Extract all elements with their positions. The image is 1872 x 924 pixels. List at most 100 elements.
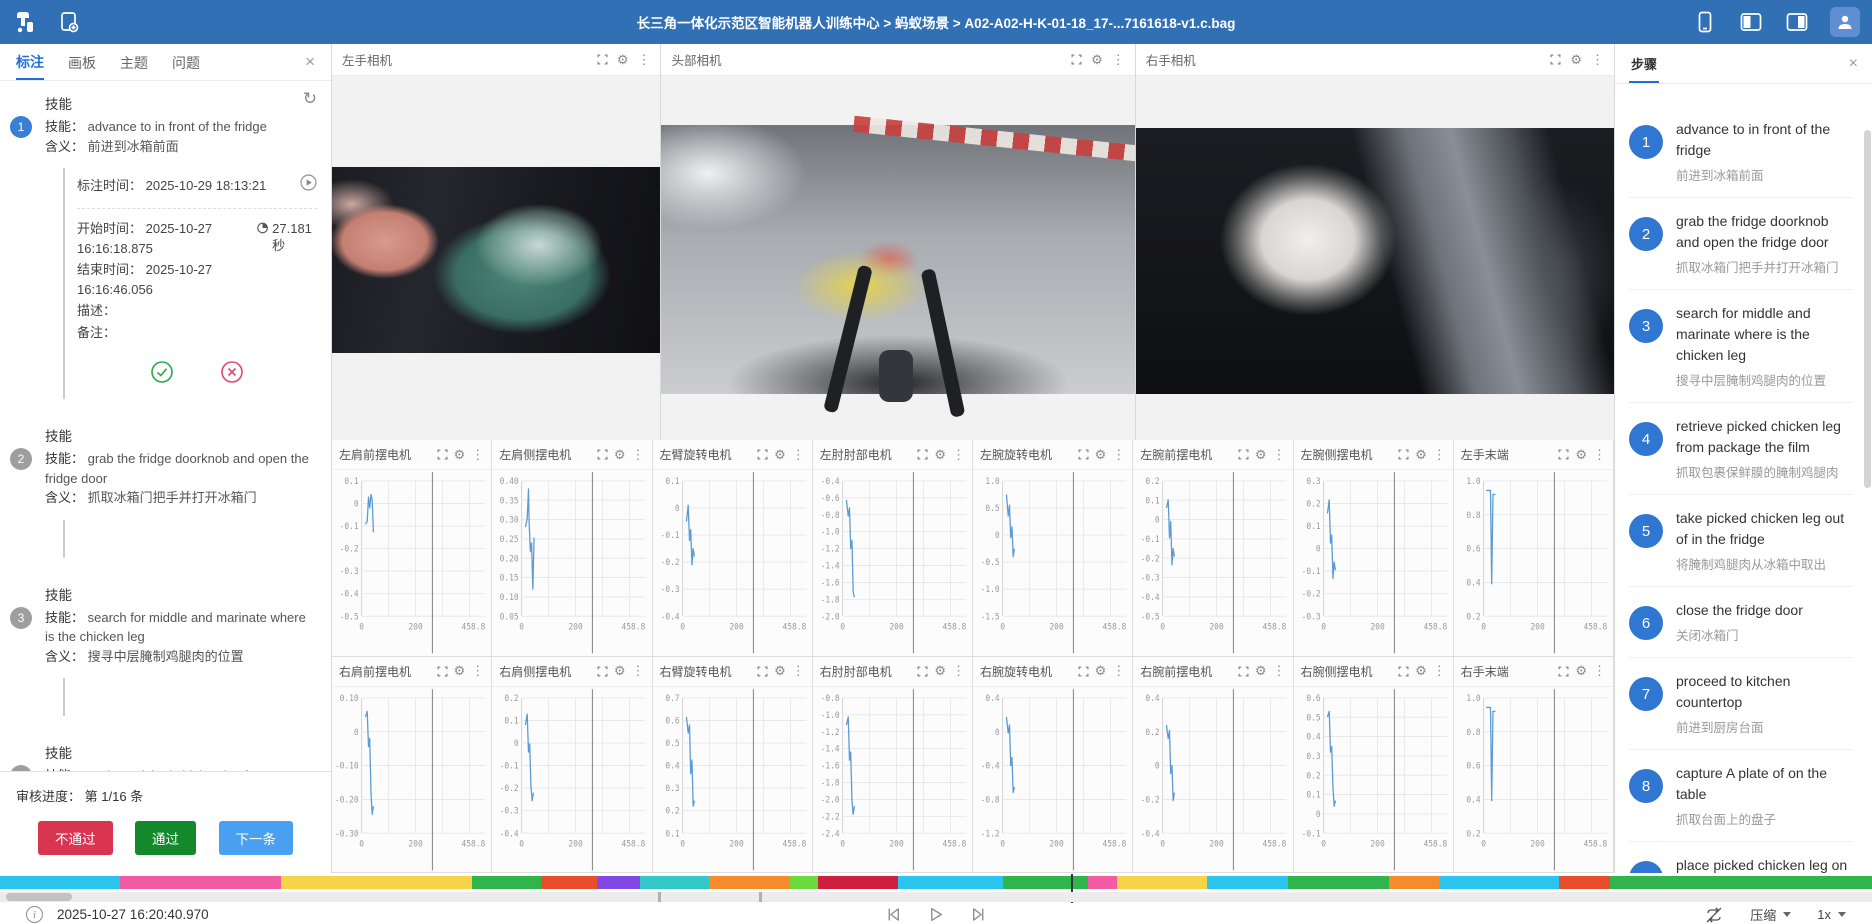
device-phone-icon[interactable] <box>1692 9 1718 35</box>
timeline-scrollbar-thumb[interactable] <box>6 893 72 901</box>
expand-icon[interactable] <box>757 449 768 460</box>
step-item-8[interactable]: 8capture A plate of on the table抓取台面上的盘子 <box>1629 750 1852 842</box>
more-icon[interactable]: ⋮ <box>1273 663 1286 679</box>
app-logo-icon[interactable] <box>12 9 38 35</box>
expand-icon[interactable] <box>1558 666 1569 677</box>
timeline-bar[interactable] <box>0 876 1872 889</box>
close-icon[interactable]: × <box>305 52 315 72</box>
more-icon[interactable]: ⋮ <box>1591 52 1604 68</box>
tab-问题[interactable]: 问题 <box>172 45 200 79</box>
close-icon[interactable]: × <box>1849 55 1858 73</box>
approve-check-icon[interactable] <box>150 360 174 387</box>
approve-button[interactable]: 通过 <box>135 821 196 855</box>
expand-icon[interactable] <box>597 666 608 677</box>
expand-icon[interactable] <box>1398 666 1409 677</box>
more-icon[interactable]: ⋮ <box>1112 52 1125 68</box>
skill-item-2[interactable]: 2技能技能： grab the fridge doorknob and open… <box>10 425 317 558</box>
more-icon[interactable]: ⋮ <box>632 447 645 463</box>
compress-dropdown[interactable]: 压缩 <box>1750 905 1791 924</box>
step-item-3[interactable]: 3search for middle and marinate where is… <box>1629 290 1852 403</box>
gear-icon[interactable]: ⚙ <box>1095 663 1107 679</box>
more-icon[interactable]: ⋮ <box>1593 447 1606 463</box>
expand-icon[interactable] <box>1558 449 1569 460</box>
user-avatar-button[interactable] <box>1830 7 1860 37</box>
tab-画板[interactable]: 画板 <box>68 45 96 79</box>
next-item-button[interactable]: 下一条 <box>219 821 294 855</box>
timeline-scrollbar[interactable] <box>0 892 1872 902</box>
expand-icon[interactable] <box>597 54 608 65</box>
gear-icon[interactable]: ⚙ <box>1095 447 1107 463</box>
more-icon[interactable]: ⋮ <box>792 663 805 679</box>
expand-icon[interactable] <box>597 449 608 460</box>
skip-next-button[interactable] <box>971 906 988 923</box>
step-item-6[interactable]: 6close the fridge door关闭冰箱门 <box>1629 587 1852 658</box>
expand-icon[interactable] <box>437 449 448 460</box>
expand-icon[interactable] <box>1398 449 1409 460</box>
more-icon[interactable]: ⋮ <box>632 663 645 679</box>
expand-icon[interactable] <box>1238 449 1249 460</box>
more-icon[interactable]: ⋮ <box>1273 447 1286 463</box>
expand-icon[interactable] <box>1078 449 1089 460</box>
step-item-1[interactable]: 1advance to in front of the fridge前进到冰箱前… <box>1629 106 1852 198</box>
gear-icon[interactable]: ⚙ <box>1255 447 1267 463</box>
expand-icon[interactable] <box>1238 666 1249 677</box>
more-icon[interactable]: ⋮ <box>637 52 650 68</box>
gear-icon[interactable]: ⚙ <box>934 447 946 463</box>
gear-icon[interactable]: ⚙ <box>454 447 466 463</box>
play-segment-icon[interactable] <box>300 174 317 194</box>
gear-icon[interactable]: ⚙ <box>1415 447 1427 463</box>
more-icon[interactable]: ⋮ <box>1433 447 1446 463</box>
tab-主题[interactable]: 主题 <box>120 45 148 79</box>
gear-icon[interactable]: ⚙ <box>614 447 626 463</box>
gear-icon[interactable]: ⚙ <box>1255 663 1267 679</box>
more-icon[interactable]: ⋮ <box>792 447 805 463</box>
gear-icon[interactable]: ⚙ <box>774 663 786 679</box>
info-icon[interactable]: i <box>26 906 43 923</box>
skill-item-4[interactable]: 4技能技能： retrieve picked chicken leg from … <box>10 742 317 771</box>
tab-标注[interactable]: 标注 <box>16 44 44 80</box>
layout-right-panel-icon[interactable] <box>1784 9 1810 35</box>
skill-item-1[interactable]: 1技能技能： advance to in front of the fridge… <box>10 93 317 399</box>
gear-icon[interactable]: ⚙ <box>1091 52 1103 68</box>
gear-icon[interactable]: ⚙ <box>1570 52 1582 68</box>
more-icon[interactable]: ⋮ <box>1433 663 1446 679</box>
more-icon[interactable]: ⋮ <box>952 663 965 679</box>
screenshot-add-icon[interactable] <box>56 9 82 35</box>
expand-icon[interactable] <box>917 666 928 677</box>
step-item-2[interactable]: 2grab the fridge doorknob and open the f… <box>1629 198 1852 290</box>
gear-icon[interactable]: ⚙ <box>617 52 629 68</box>
skip-previous-button[interactable] <box>885 906 902 923</box>
gear-icon[interactable]: ⚙ <box>774 447 786 463</box>
expand-icon[interactable] <box>917 449 928 460</box>
step-item-5[interactable]: 5take picked chicken leg out of in the f… <box>1629 495 1852 587</box>
step-item-9[interactable]: 9place picked chicken leg on on the plat… <box>1629 842 1852 873</box>
gear-icon[interactable]: ⚙ <box>1575 447 1587 463</box>
step-item-7[interactable]: 7proceed to kitchen countertop前进到厨房台面 <box>1629 658 1852 750</box>
loop-off-icon[interactable] <box>1704 906 1724 924</box>
step-item-4[interactable]: 4retrieve picked chicken leg from packag… <box>1629 403 1852 495</box>
expand-icon[interactable] <box>757 666 768 677</box>
skill-item-3[interactable]: 3技能技能： search for middle and marinate wh… <box>10 584 317 717</box>
more-icon[interactable]: ⋮ <box>1112 447 1125 463</box>
expand-icon[interactable] <box>437 666 448 677</box>
reject-cross-icon[interactable] <box>220 360 244 387</box>
speed-dropdown[interactable]: 1x <box>1817 907 1846 922</box>
more-icon[interactable]: ⋮ <box>471 663 484 679</box>
steps-scrollbar-thumb[interactable] <box>1864 130 1871 488</box>
gear-icon[interactable]: ⚙ <box>614 663 626 679</box>
expand-icon[interactable] <box>1550 54 1561 65</box>
gear-icon[interactable]: ⚙ <box>1415 663 1427 679</box>
gear-icon[interactable]: ⚙ <box>934 663 946 679</box>
play-button[interactable] <box>928 906 945 923</box>
more-icon[interactable]: ⋮ <box>1112 663 1125 679</box>
layout-left-panel-icon[interactable] <box>1738 9 1764 35</box>
expand-icon[interactable] <box>1078 666 1089 677</box>
more-icon[interactable]: ⋮ <box>952 447 965 463</box>
expand-icon[interactable] <box>1071 54 1082 65</box>
gear-icon[interactable]: ⚙ <box>1575 663 1587 679</box>
more-icon[interactable]: ⋮ <box>1593 663 1606 679</box>
more-icon[interactable]: ⋮ <box>471 447 484 463</box>
gear-icon[interactable]: ⚙ <box>454 663 466 679</box>
reject-button[interactable]: 不通过 <box>38 821 113 855</box>
svg-text:0: 0 <box>674 503 679 513</box>
